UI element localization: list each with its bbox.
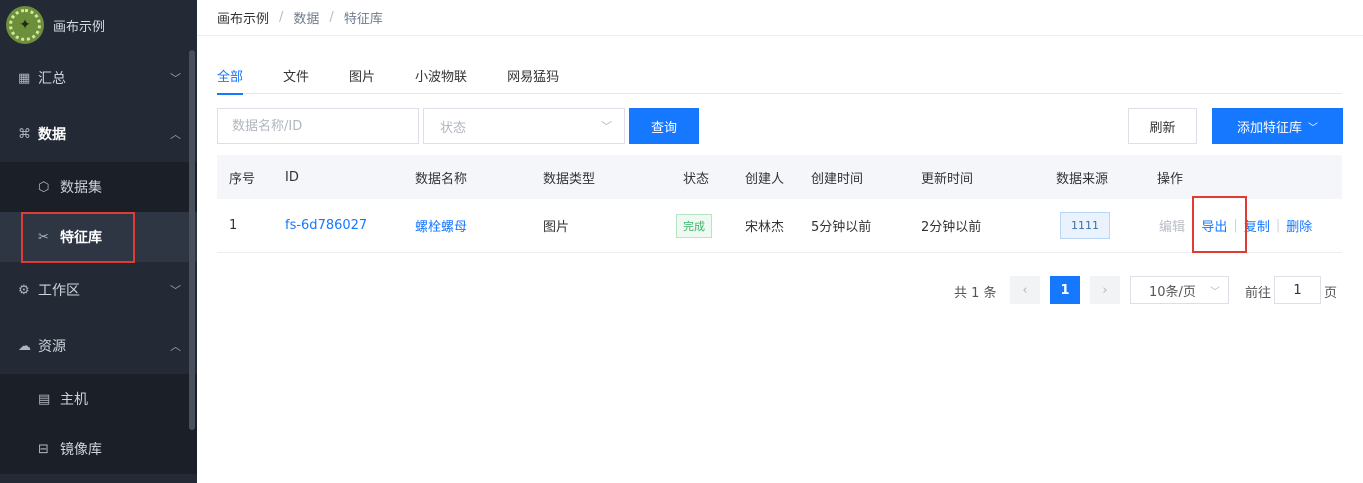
refresh-button[interactable]: 刷新 bbox=[1128, 108, 1197, 144]
header-creator: 创建人 bbox=[745, 171, 785, 187]
add-feature-store-button[interactable]: 添加特征库 ﹀ bbox=[1212, 108, 1343, 144]
cell-created: 5分钟以前 bbox=[811, 220, 872, 235]
prev-page-button[interactable]: ‹ bbox=[1010, 276, 1040, 304]
hierarchy-icon: ⌘ bbox=[18, 126, 31, 142]
chevron-down-icon: ﹀ bbox=[601, 120, 612, 133]
header-source: 数据来源 bbox=[1056, 171, 1109, 187]
sidebar: ✦ 画布示例 ▦ 汇总 ﹀ ⌘ 数据 ︿ ⬡ 数据集 ✂ 特征库 ⚙ 工作区 ﹀… bbox=[0, 0, 197, 483]
sidebar-item-host[interactable]: ▤ 主机 bbox=[0, 374, 197, 424]
tab-netease-mammoth[interactable]: 网易猛犸 bbox=[507, 62, 559, 94]
tab-file[interactable]: 文件 bbox=[283, 62, 309, 94]
edit-action[interactable]: 编辑 bbox=[1159, 216, 1185, 235]
status-badge: 完成 bbox=[676, 213, 712, 238]
add-feature-store-label: 添加特征库 bbox=[1236, 120, 1302, 136]
header-updated: 更新时间 bbox=[921, 171, 974, 187]
header-index: 序号 bbox=[229, 171, 256, 187]
sidebar-item-label: 数据集 bbox=[60, 180, 102, 196]
nav-group-label: 汇总 bbox=[38, 71, 66, 87]
tab-image[interactable]: 图片 bbox=[349, 62, 375, 94]
chevron-right-icon: › bbox=[1102, 282, 1108, 298]
header-name: 数据名称 bbox=[415, 171, 468, 187]
highlight-box-feature-store bbox=[21, 212, 135, 263]
grid-icon: ▦ bbox=[18, 70, 31, 86]
highlight-box-export bbox=[1192, 196, 1247, 253]
cell-id-link[interactable]: fs-6d786027 bbox=[285, 218, 367, 233]
header-status: 状态 bbox=[683, 171, 710, 187]
scrollbar-thumb[interactable] bbox=[189, 50, 195, 430]
header-created: 创建时间 bbox=[811, 171, 864, 187]
search-input[interactable] bbox=[217, 108, 419, 144]
goto-suffix: 页 bbox=[1324, 286, 1338, 301]
storage-icon: ⊟ bbox=[38, 441, 49, 457]
header-type: 数据类型 bbox=[543, 171, 596, 187]
cloud-icon: ☁ bbox=[18, 338, 31, 354]
resources-submenu: ▤ 主机 ⊟ 镜像库 bbox=[0, 374, 197, 474]
app-name: 画布示例 bbox=[53, 19, 106, 35]
server-icon: ▤ bbox=[38, 391, 51, 407]
nav-group-summary[interactable]: ▦ 汇总 ﹀ bbox=[0, 50, 197, 106]
chevron-down-icon: ﹀ bbox=[170, 72, 181, 85]
page-size-value: 10条/页 bbox=[1149, 284, 1196, 300]
feature-store-table: 序号 ID 数据名称 数据类型 状态 创建人 创建时间 更新时间 数据来源 操作… bbox=[217, 155, 1342, 253]
nav-group-label: 工作区 bbox=[38, 283, 80, 299]
cube-icon: ⬡ bbox=[38, 179, 50, 195]
tab-bar: 全部 文件 图片 小波物联 网易猛犸 bbox=[217, 62, 1342, 95]
sidebar-item-label: 镜像库 bbox=[60, 442, 102, 458]
page-number-current[interactable]: 1 bbox=[1050, 276, 1080, 304]
chevron-down-icon: ﹀ bbox=[1308, 122, 1318, 134]
main-content: 画布示例 / 数据 / 特征库 全部 文件 图片 小波物联 网易猛犸 状态 ﹀ … bbox=[197, 0, 1363, 483]
tab-all[interactable]: 全部 bbox=[217, 62, 244, 95]
chevron-down-icon: ﹀ bbox=[170, 284, 181, 297]
pagination: 共 1 条 ‹ 1 › 10条/页 ﹀ 前往 页 bbox=[197, 275, 1363, 305]
nav-group-workspace[interactable]: ⚙ 工作区 ﹀ bbox=[0, 262, 197, 318]
table-row: 1 fs-6d786027 螺栓螺母 图片 完成 宋林杰 5分钟以前 2分钟以前… bbox=[217, 199, 1342, 253]
page-size-select[interactable]: 10条/页 ﹀ bbox=[1130, 276, 1229, 304]
sidebar-item-dataset[interactable]: ⬡ 数据集 bbox=[0, 162, 197, 212]
source-badge[interactable]: 1111 bbox=[1060, 212, 1110, 239]
nav-group-label: 资源 bbox=[38, 339, 66, 355]
breadcrumb-separator: / bbox=[279, 10, 284, 25]
goto-prefix: 前往 bbox=[1245, 286, 1272, 301]
breadcrumb-item-current: 特征库 bbox=[343, 12, 383, 27]
query-button[interactable]: 查询 bbox=[629, 108, 699, 144]
next-page-button[interactable]: › bbox=[1090, 276, 1120, 304]
breadcrumb-item-data[interactable]: 数据 bbox=[293, 8, 319, 27]
pagination-total: 共 1 条 bbox=[954, 286, 997, 301]
chevron-down-icon: ﹀ bbox=[1210, 286, 1220, 298]
tab-xiaobo-iot[interactable]: 小波物联 bbox=[415, 62, 467, 94]
status-select-placeholder: 状态 bbox=[440, 120, 467, 136]
brand[interactable]: ✦ 画布示例 bbox=[0, 0, 197, 50]
nav-group-data[interactable]: ⌘ 数据 ︿ bbox=[0, 106, 197, 162]
action-divider: | bbox=[1275, 218, 1281, 233]
sidebar-scrollbar[interactable] bbox=[189, 50, 195, 430]
nav-group-label: 数据 bbox=[38, 127, 66, 143]
gear-icon: ⚙ bbox=[18, 282, 30, 298]
chevron-up-icon: ︿ bbox=[170, 340, 181, 353]
header-actions: 操作 bbox=[1157, 171, 1184, 187]
chevron-left-icon: ‹ bbox=[1022, 282, 1028, 298]
cell-index: 1 bbox=[229, 218, 238, 233]
table-header: 序号 ID 数据名称 数据类型 状态 创建人 创建时间 更新时间 数据来源 操作 bbox=[217, 155, 1342, 199]
app-logo: ✦ bbox=[6, 6, 44, 44]
chevron-up-icon: ︿ bbox=[170, 128, 181, 141]
cell-updated: 2分钟以前 bbox=[921, 220, 982, 235]
cell-creator: 宋林杰 bbox=[745, 220, 785, 235]
sidebar-item-label: 主机 bbox=[60, 392, 88, 408]
nav-group-resources[interactable]: ☁ 资源 ︿ bbox=[0, 318, 197, 374]
cell-name-link[interactable]: 螺栓螺母 bbox=[415, 216, 467, 235]
breadcrumb-separator: / bbox=[329, 10, 334, 25]
breadcrumb-item-home[interactable]: 画布示例 bbox=[217, 8, 269, 27]
copy-action[interactable]: 复制 bbox=[1244, 216, 1270, 235]
sidebar-item-image-registry[interactable]: ⊟ 镜像库 bbox=[0, 424, 197, 474]
breadcrumb: 画布示例 / 数据 / 特征库 bbox=[197, 0, 1363, 36]
status-select[interactable]: 状态 ﹀ bbox=[423, 108, 625, 144]
delete-action[interactable]: 删除 bbox=[1286, 216, 1312, 235]
header-id: ID bbox=[285, 169, 299, 185]
goto-page-input[interactable] bbox=[1274, 276, 1321, 304]
cell-type: 图片 bbox=[543, 220, 570, 235]
